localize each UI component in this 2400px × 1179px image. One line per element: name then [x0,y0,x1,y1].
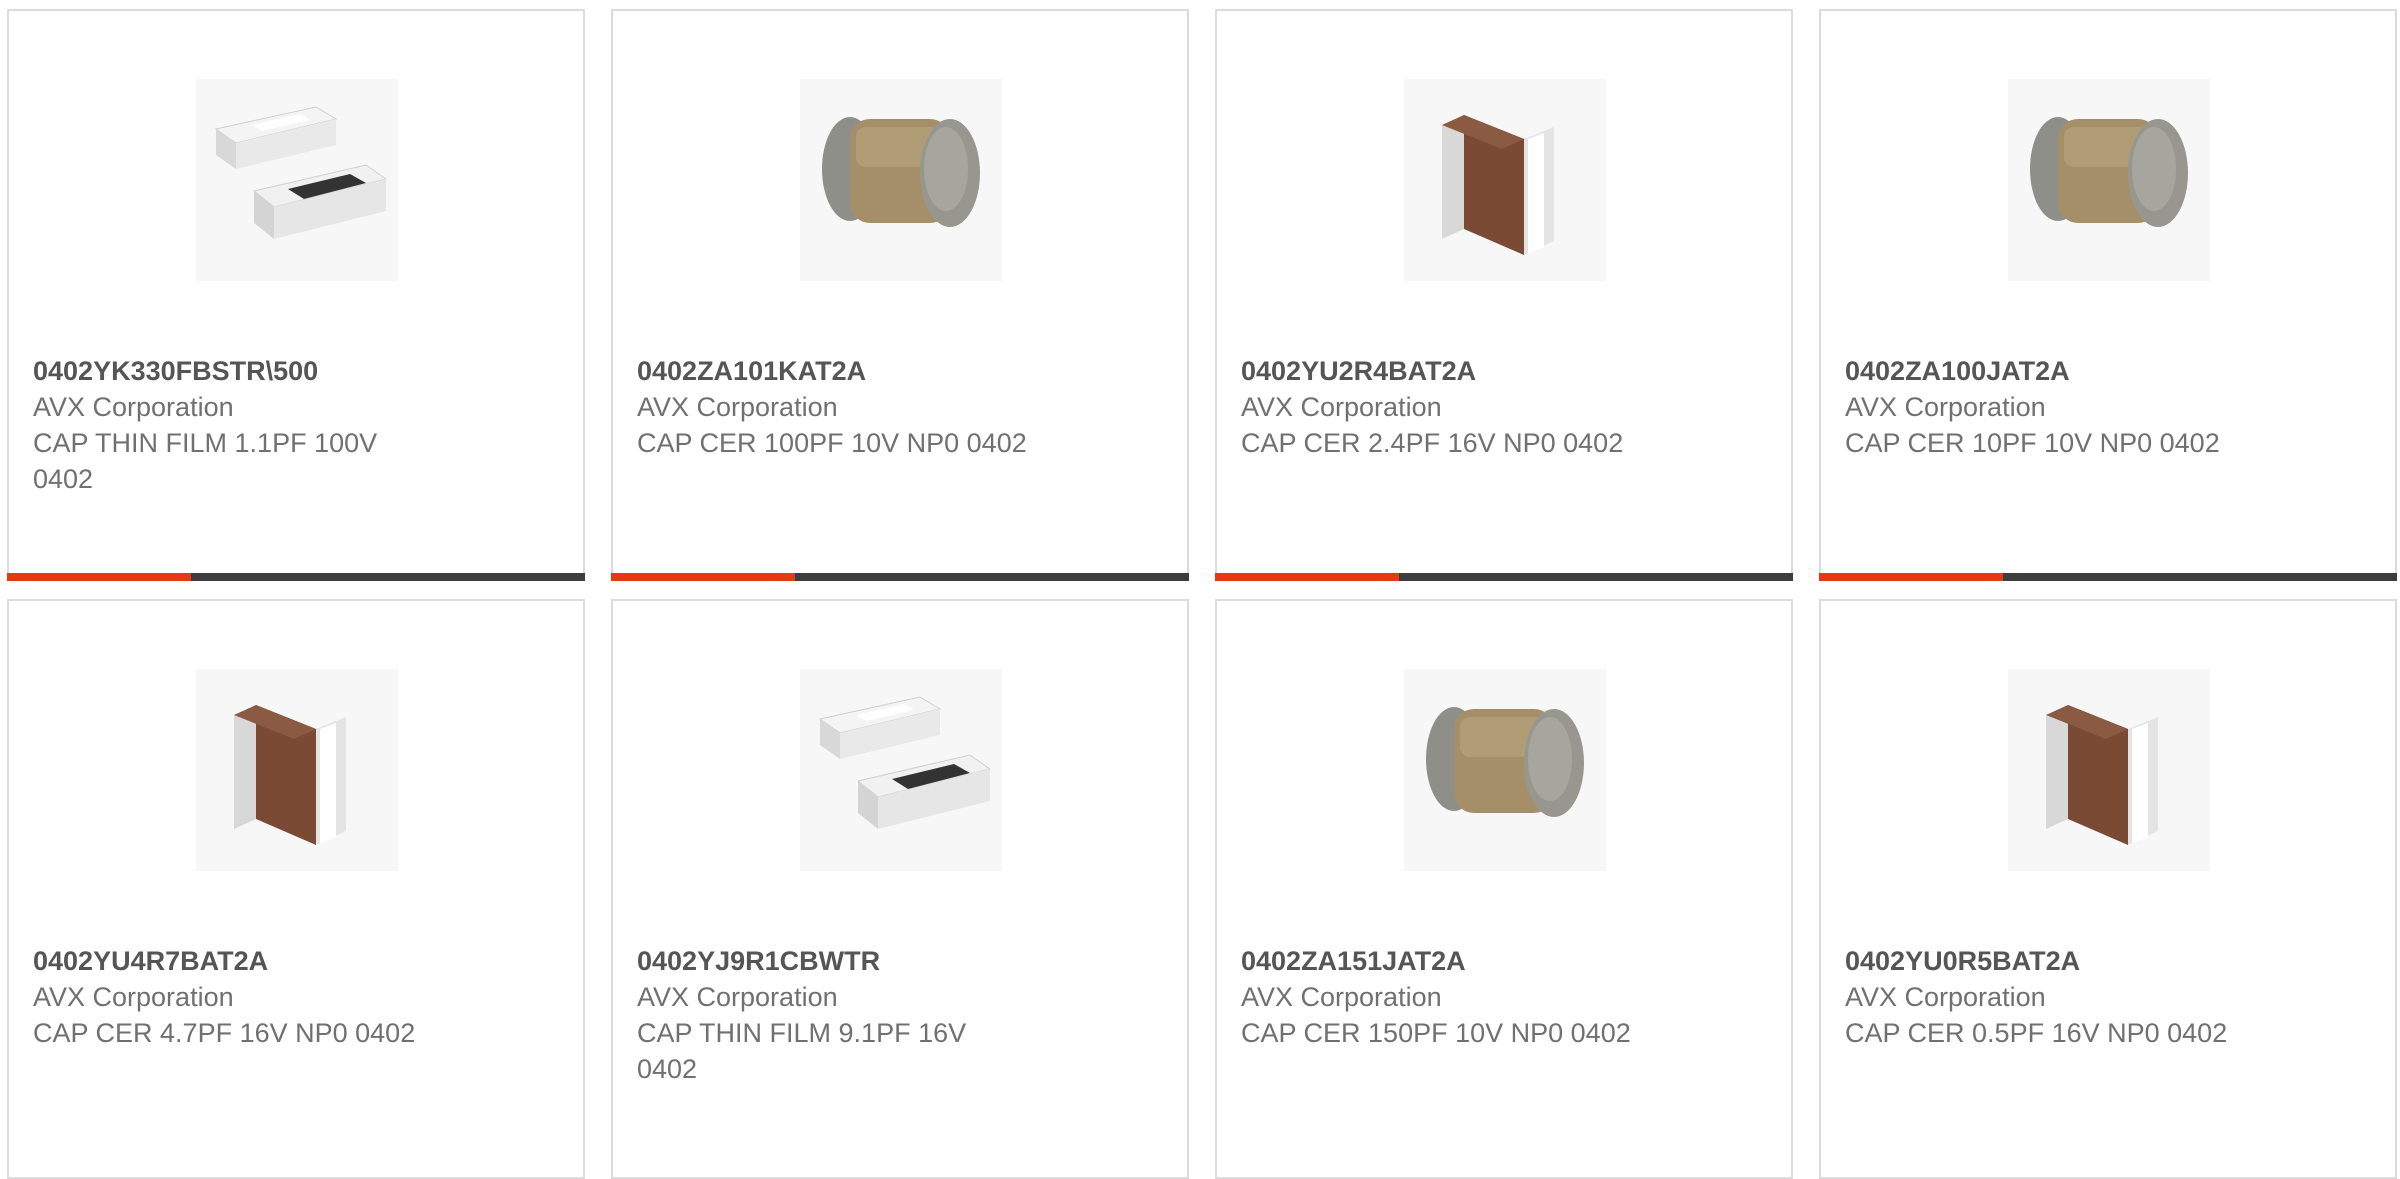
part-number[interactable]: 0402ZA101KAT2A [637,353,1027,389]
product-info: 0402YU2R4BAT2A AVX Corporation CAP CER 2… [1241,353,1631,461]
product-card[interactable]: 0402YU2R4BAT2A AVX Corporation CAP CER 2… [1215,9,1793,581]
card-progress-accent [1215,573,1399,581]
product-info: 0402YJ9R1CBWTR AVX Corporation CAP THIN … [637,943,1027,1087]
description: CAP CER 100PF 10V NP0 0402 [637,428,1027,458]
part-number[interactable]: 0402YK330FBSTR\500 [33,353,423,389]
description: CAP CER 150PF 10V NP0 0402 [1241,1018,1631,1048]
part-number[interactable]: 0402YU4R7BAT2A [33,943,423,979]
product-info: 0402YK330FBSTR\500 AVX Corporation CAP T… [33,353,423,497]
card-progress-accent [611,573,795,581]
product-info: 0402YU0R5BAT2A AVX Corporation CAP CER 0… [1845,943,2235,1051]
product-card[interactable]: 0402YK330FBSTR\500 AVX Corporation CAP T… [7,9,585,581]
product-info: 0402ZA101KAT2A AVX Corporation CAP CER 1… [637,353,1027,461]
product-grid: 0402YK330FBSTR\500 AVX Corporation CAP T… [0,0,2400,1179]
ceramic-chip-tan-icon [800,79,1002,281]
ceramic-chip-tan-icon [2008,79,2210,281]
ceramic-chip-tan-icon [1404,669,1606,871]
ceramic-chip-brown-icon [1404,79,1606,281]
product-card[interactable]: 0402ZA151JAT2A AVX Corporation CAP CER 1… [1215,599,1793,1179]
ceramic-chip-brown-icon [196,669,398,871]
part-number[interactable]: 0402YU2R4BAT2A [1241,353,1631,389]
manufacturer: AVX Corporation [1241,982,1442,1012]
card-progress-bar [1819,573,2397,581]
manufacturer: AVX Corporation [637,982,838,1012]
product-card[interactable]: 0402YU4R7BAT2A AVX Corporation CAP CER 4… [7,599,585,1179]
part-number[interactable]: 0402YU0R5BAT2A [1845,943,2235,979]
description: CAP CER 10PF 10V NP0 0402 [1845,428,2220,458]
part-number[interactable]: 0402YJ9R1CBWTR [637,943,1027,979]
product-card[interactable]: 0402ZA101KAT2A AVX Corporation CAP CER 1… [611,9,1189,581]
manufacturer: AVX Corporation [1845,392,2046,422]
description: CAP CER 2.4PF 16V NP0 0402 [1241,428,1624,458]
description: CAP THIN FILM 1.1PF 100V 0402 [33,428,378,494]
product-info: 0402ZA100JAT2A AVX Corporation CAP CER 1… [1845,353,2235,461]
thin-film-chip-icon [196,79,398,281]
product-card[interactable]: 0402ZA100JAT2A AVX Corporation CAP CER 1… [1819,9,2397,581]
description: CAP CER 0.5PF 16V NP0 0402 [1845,1018,2228,1048]
manufacturer: AVX Corporation [33,392,234,422]
manufacturer: AVX Corporation [1845,982,2046,1012]
description: CAP THIN FILM 9.1PF 16V 0402 [637,1018,967,1084]
product-info: 0402ZA151JAT2A AVX Corporation CAP CER 1… [1241,943,1631,1051]
product-card[interactable]: 0402YJ9R1CBWTR AVX Corporation CAP THIN … [611,599,1189,1179]
product-info: 0402YU4R7BAT2A AVX Corporation CAP CER 4… [33,943,423,1051]
manufacturer: AVX Corporation [1241,392,1442,422]
manufacturer: AVX Corporation [33,982,234,1012]
card-progress-accent [7,573,191,581]
part-number[interactable]: 0402ZA151JAT2A [1241,943,1631,979]
manufacturer: AVX Corporation [637,392,838,422]
card-progress-bar [1215,573,1793,581]
card-progress-bar [611,573,1189,581]
card-progress-accent [1819,573,2003,581]
ceramic-chip-brown-icon [2008,669,2210,871]
part-number[interactable]: 0402ZA100JAT2A [1845,353,2235,389]
product-card[interactable]: 0402YU0R5BAT2A AVX Corporation CAP CER 0… [1819,599,2397,1179]
description: CAP CER 4.7PF 16V NP0 0402 [33,1018,416,1048]
card-progress-bar [7,573,585,581]
thin-film-chip-icon [800,669,1002,871]
